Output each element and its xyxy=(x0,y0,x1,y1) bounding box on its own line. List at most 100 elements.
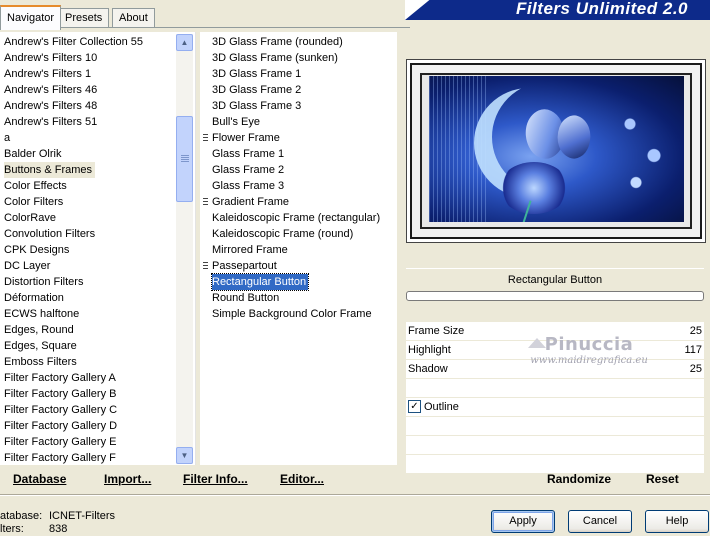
param-value[interactable]: 117 xyxy=(684,341,702,359)
category-item[interactable]: Filter Factory Gallery F xyxy=(4,450,116,465)
editor-link[interactable]: Editor... xyxy=(280,472,324,486)
category-item[interactable]: Andrew's Filters 10 xyxy=(4,50,97,66)
filter-item[interactable]: Gradient Frame xyxy=(212,194,291,210)
outline-checkbox[interactable]: ✓ xyxy=(408,400,421,413)
filter-item[interactable]: Passepartout xyxy=(212,258,279,274)
category-item[interactable]: Color Effects xyxy=(4,178,67,194)
category-item[interactable]: Andrew's Filter Collection 55 xyxy=(4,34,143,50)
chevron-up-icon: ▲ xyxy=(180,38,189,47)
category-scrollbar[interactable]: ▲ ▼ xyxy=(176,34,193,464)
import-link[interactable]: Import... xyxy=(104,472,151,486)
filter-group-marker-icon xyxy=(203,262,208,271)
cancel-button[interactable]: Cancel xyxy=(568,510,632,533)
title-banner: Filters Unlimited 2.0 xyxy=(405,0,710,20)
filter-item[interactable]: Kaleidoscopic Frame (rectangular) xyxy=(212,210,382,226)
apply-button[interactable]: Apply xyxy=(491,510,555,533)
scroll-up-button[interactable]: ▲ xyxy=(176,34,193,51)
preset-link-bar: Randomize Reset xyxy=(406,467,704,492)
small-butterflies xyxy=(612,106,672,196)
category-item[interactable]: Andrew's Filters 48 xyxy=(4,98,97,114)
reset-link[interactable]: Reset xyxy=(646,472,679,486)
category-item[interactable]: Filter Factory Gallery B xyxy=(4,386,116,402)
status-bar: atabase: ICNET-Filters lters: 838 xyxy=(0,503,300,535)
category-item[interactable]: Filter Factory Gallery A xyxy=(4,370,116,386)
empty-param-row xyxy=(406,436,704,455)
filter-item[interactable]: Simple Background Color Frame xyxy=(212,306,374,322)
filter-item[interactable]: 3D Glass Frame 1 xyxy=(212,66,303,82)
param-label: Highlight xyxy=(408,344,451,356)
help-button[interactable]: Help xyxy=(645,510,709,533)
category-item[interactable]: Filter Factory Gallery D xyxy=(4,418,117,434)
filter-item[interactable]: 3D Glass Frame 3 xyxy=(212,98,303,114)
category-item[interactable]: Filter Factory Gallery C xyxy=(4,402,117,418)
status-filters-value: 838 xyxy=(49,523,68,535)
tab-presets[interactable]: Presets xyxy=(58,8,110,28)
category-item[interactable]: Emboss Filters xyxy=(4,354,77,370)
param-value[interactable]: 25 xyxy=(690,322,702,340)
category-item[interactable]: a xyxy=(4,130,10,146)
tab-about[interactable]: About xyxy=(112,8,155,28)
tab-divider xyxy=(0,27,410,28)
parameter-table: Frame Size 25 Highlight 117 Shadow 25 ✓ … xyxy=(406,322,704,474)
category-item[interactable]: Balder Olrik xyxy=(4,146,61,162)
empty-param-row xyxy=(406,379,704,398)
status-filters-label: lters: xyxy=(0,523,24,535)
status-database-label: atabase: xyxy=(0,510,43,522)
param-label: Frame Size xyxy=(408,325,465,337)
category-item[interactable]: ColorRave xyxy=(4,210,56,226)
category-item[interactable]: Edges, Square xyxy=(4,338,77,354)
preview-frame xyxy=(406,59,706,243)
param-row-highlight[interactable]: Highlight 117 xyxy=(406,341,704,360)
filter-item[interactable]: Round Button xyxy=(212,290,281,306)
category-item[interactable]: Color Filters xyxy=(4,194,63,210)
category-item[interactable]: Distortion Filters xyxy=(4,274,83,290)
randomize-link[interactable]: Randomize xyxy=(547,472,611,486)
category-item[interactable]: CPK Designs xyxy=(4,242,69,258)
category-item[interactable]: Andrew's Filters 51 xyxy=(4,114,97,130)
category-list[interactable]: Andrew's Filter Collection 55 Andrew's Fi… xyxy=(0,32,196,465)
flower-shape xyxy=(499,162,569,214)
outline-checkbox-row[interactable]: ✓ Outline xyxy=(406,398,704,417)
selected-filter-name: Rectangular Button xyxy=(406,268,704,291)
category-item[interactable]: Buttons & Frames xyxy=(4,162,96,178)
filter-item[interactable]: 3D Glass Frame 2 xyxy=(212,82,303,98)
progress-bar xyxy=(406,291,704,301)
filter-item[interactable]: Flower Frame xyxy=(212,130,282,146)
param-label: Shadow xyxy=(408,363,448,375)
app-title: Filters Unlimited 2.0 xyxy=(515,0,688,18)
filter-list[interactable]: 3D Glass Frame (rounded) 3D Glass Frame (… xyxy=(200,32,397,465)
filter-item[interactable]: Glass Frame 3 xyxy=(212,178,286,194)
param-value[interactable]: 25 xyxy=(690,360,702,378)
bottom-link-bar: Database Import... Filter Info... Editor… xyxy=(0,467,397,492)
filter-item[interactable]: Bull's Eye xyxy=(212,114,262,130)
category-item[interactable]: Edges, Round xyxy=(4,322,74,338)
param-row-frame-size[interactable]: Frame Size 25 xyxy=(406,322,704,341)
category-item[interactable]: Convolution Filters xyxy=(4,226,95,242)
filter-item[interactable]: Mirrored Frame xyxy=(212,242,290,258)
filter-item[interactable]: Rectangular Button xyxy=(210,273,310,291)
chevron-down-icon: ▼ xyxy=(180,451,189,460)
filter-item[interactable]: Glass Frame 2 xyxy=(212,162,286,178)
status-database-value: ICNET-Filters xyxy=(49,510,115,522)
category-item[interactable]: Filter Factory Gallery E xyxy=(4,434,116,450)
scroll-down-button[interactable]: ▼ xyxy=(176,447,193,464)
filter-item[interactable]: 3D Glass Frame (rounded) xyxy=(212,34,345,50)
category-item[interactable]: Déformation xyxy=(4,290,64,306)
database-link[interactable]: Database xyxy=(13,472,66,486)
grip-icon xyxy=(181,155,189,156)
tab-strip: Navigator Presets About xyxy=(0,0,420,30)
category-item[interactable]: Andrew's Filters 46 xyxy=(4,82,97,98)
category-item[interactable]: ECWS halftone xyxy=(4,306,79,322)
filter-info-link[interactable]: Filter Info... xyxy=(183,472,248,486)
param-row-shadow[interactable]: Shadow 25 xyxy=(406,360,704,379)
category-item[interactable]: DC Layer xyxy=(4,258,50,274)
scroll-thumb[interactable] xyxy=(176,116,193,202)
category-item[interactable]: Andrew's Filters 1 xyxy=(4,66,91,82)
filter-item[interactable]: 3D Glass Frame (sunken) xyxy=(212,50,340,66)
filter-group-marker-icon xyxy=(203,134,208,143)
filter-group-marker-icon xyxy=(203,198,208,207)
filter-item[interactable]: Glass Frame 1 xyxy=(212,146,286,162)
outline-label: Outline xyxy=(424,401,459,413)
tab-navigator[interactable]: Navigator xyxy=(0,5,62,30)
filter-item[interactable]: Kaleidoscopic Frame (round) xyxy=(212,226,355,242)
